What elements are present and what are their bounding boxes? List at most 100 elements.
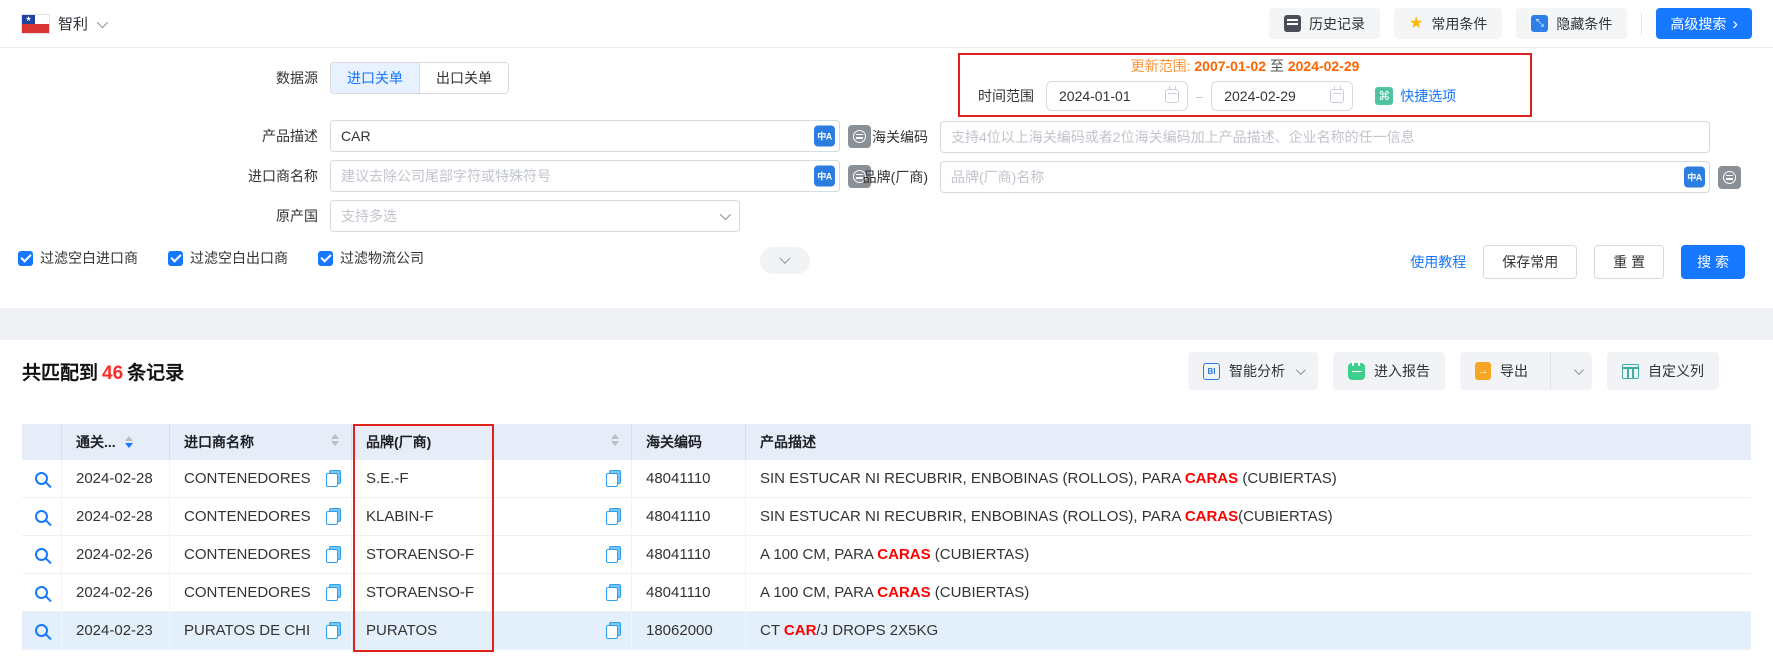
sort-asc-icon [611,434,619,439]
row-hs-code: 48041110 [632,536,746,573]
datasource-label: 数据源 [0,68,330,88]
header-hs-code[interactable]: 海关编码 [632,424,746,460]
header-clearance-date[interactable]: 通关... [62,424,170,460]
row-hs-code: 48041110 [632,574,746,611]
hs-code-label: 海关编码 [845,127,940,147]
date-from-field [1046,81,1188,111]
copy-icon[interactable] [606,584,621,601]
export-icon: → [1475,362,1491,380]
export-button[interactable]: → 导出 [1460,352,1541,390]
export-options-button[interactable] [1560,352,1592,390]
brand-input[interactable] [940,161,1710,193]
favorite-conditions-button[interactable]: ★ 常用条件 [1394,8,1502,39]
hs-code-row: 海关编码 [845,121,1710,153]
copy-icon[interactable] [606,508,621,525]
row-product-description: A 100 CM, PARA CARAS (CUBIERTAS) [746,536,1751,573]
checkbox-filter-logistics[interactable]: 过滤物流公司 [318,248,424,268]
checkbox-checked-icon [18,251,33,266]
magnifier-icon[interactable] [35,510,48,523]
hs-code-input[interactable] [940,121,1710,153]
sort-icons[interactable] [331,434,339,446]
copy-icon[interactable] [326,508,341,525]
hide-conditions-button[interactable]: ⤡ 隐藏条件 [1516,8,1627,39]
datasource-row: 数据源 进口关单 出口关单 [0,62,509,94]
header-product-description[interactable]: 产品描述 [746,424,1751,460]
header-brand[interactable]: 品牌(厂商) [352,424,632,460]
magnifier-icon[interactable] [35,624,48,637]
save-favorite-button[interactable]: 保存常用 [1483,245,1577,279]
country-selector[interactable]: ★ 智利 [22,13,105,34]
magnifier-icon[interactable] [35,586,48,599]
table-row: 2024-02-23PURATOS DE CHIPURATOS18062000C… [22,612,1751,650]
row-brand: STORAENSO-F [352,536,632,573]
keyword-highlight: CARAS [877,584,930,601]
update-range-to-word: 至 [1270,58,1284,74]
hide-conditions-label: 隐藏条件 [1556,14,1612,34]
sort-icons[interactable] [611,434,619,446]
star-icon: ★ [1409,16,1423,32]
topbar-actions: 历史记录 ★ 常用条件 ⤡ 隐藏条件 高级搜索 › [1269,8,1752,39]
enter-report-button[interactable]: 进入报告 [1333,352,1445,390]
copy-icon[interactable] [326,622,341,639]
row-clearance-date: 2024-02-28 [62,460,170,497]
reset-button[interactable]: 重 置 [1594,245,1664,279]
results-count: 46 [98,363,127,384]
advanced-search-button[interactable]: 高级搜索 › [1656,8,1752,39]
tutorial-link[interactable]: 使用教程 [1410,252,1466,272]
enter-report-label: 进入报告 [1374,361,1430,381]
datasource-tabs: 进口关单 出口关单 [330,62,509,94]
row-detail-cell [22,498,62,535]
row-clearance-date: 2024-02-26 [62,536,170,573]
calendar-icon[interactable] [1330,89,1344,103]
row-clearance-date: 2024-02-26 [62,574,170,611]
section-divider-band [0,308,1773,340]
quick-options-link[interactable]: ⌘ 快捷选项 [1375,86,1456,106]
collapse-form-button[interactable] [760,247,810,274]
row-product-description: A 100 CM, PARA CARAS (CUBIERTAS) [746,574,1751,611]
product-description-label: 产品描述 [0,126,330,146]
copy-icon[interactable] [326,546,341,563]
product-description-input[interactable] [330,120,840,152]
keyword-highlight: CAR [784,622,817,639]
copy-icon[interactable] [606,622,621,639]
smart-analysis-button[interactable]: BI 智能分析 [1188,352,1318,390]
importer-name-label: 进口商名称 [0,166,330,186]
country-label: 智利 [58,13,88,34]
tab-export-declarations[interactable]: 出口关单 [419,63,508,93]
magnifier-icon[interactable] [35,472,48,485]
importer-name-input[interactable] [330,160,840,192]
copy-icon[interactable] [326,584,341,601]
brand-row: 品牌(厂商) 中A [845,161,1741,193]
keyword-highlight: CARAS [877,546,930,563]
advanced-search-label: 高级搜索 [1670,14,1726,34]
translate-icon[interactable]: 中A [1684,167,1705,188]
magnifier-icon[interactable] [35,548,48,561]
checkbox-filter-blank-exporter[interactable]: 过滤空白出口商 [168,248,288,268]
row-importer-name: CONTENEDORES [170,460,352,497]
history-button[interactable]: 历史记录 [1269,8,1380,39]
translate-icon[interactable]: 中A [814,166,835,187]
checkbox-filter-blank-importer[interactable]: 过滤空白进口商 [18,248,138,268]
quick-options-label: 快捷选项 [1400,86,1456,106]
row-detail-cell [22,460,62,497]
sort-desc-icon-active [125,443,133,448]
row-product-description: SIN ESTUCAR NI RECUBRIR, ENBOBINAS (ROLL… [746,460,1751,497]
history-label: 历史记录 [1309,14,1365,34]
exclude-filter-icon[interactable] [1718,166,1741,189]
origin-country-input[interactable] [330,200,740,232]
translate-icon[interactable]: 中A [814,126,835,147]
copy-icon[interactable] [326,470,341,487]
copy-icon[interactable] [606,546,621,563]
update-range-label: 更新范围: [1131,58,1191,74]
search-button[interactable]: 搜 索 [1681,245,1745,279]
flag-star-icon: ★ [22,15,35,24]
sort-icons[interactable] [125,436,133,448]
customize-columns-label: 自定义列 [1648,361,1704,381]
header-importer-name[interactable]: 进口商名称 [170,424,352,460]
copy-icon[interactable] [606,470,621,487]
calendar-icon[interactable] [1165,89,1179,103]
origin-country-select[interactable] [330,200,740,232]
tab-import-declarations[interactable]: 进口关单 [331,63,419,93]
row-hs-code: 48041110 [632,460,746,497]
customize-columns-button[interactable]: 自定义列 [1607,352,1719,390]
